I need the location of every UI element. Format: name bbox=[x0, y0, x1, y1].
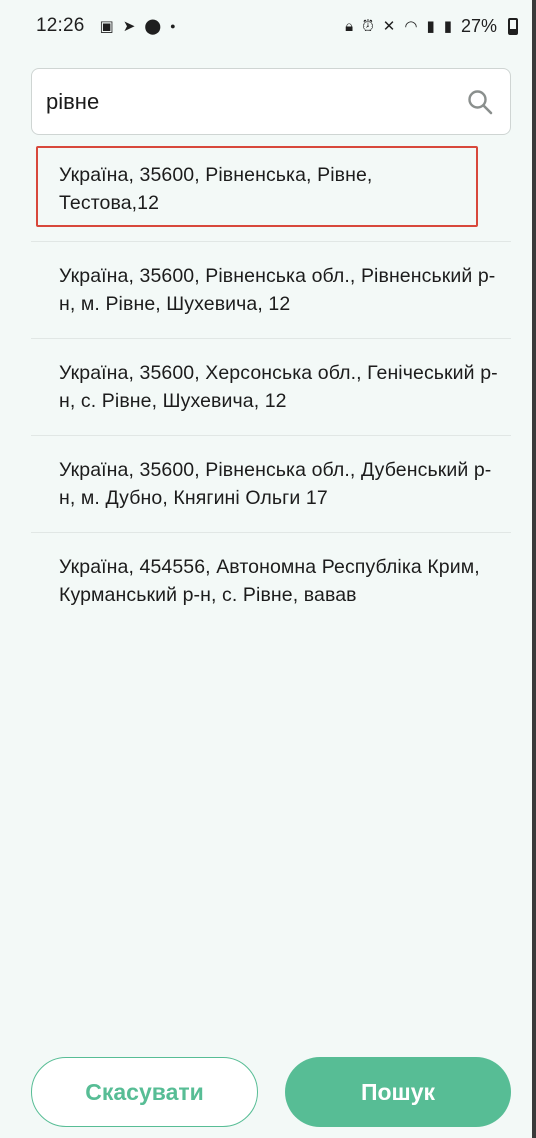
result-text: Україна, 35600, Рівненська обл., Дубенсь… bbox=[59, 459, 492, 509]
battery-level: 27% bbox=[460, 15, 497, 36]
status-bar: 12:26 ▣ ➤ ⬤ ● 🔒︎ ⏰︎ ✕ ◠ ▮ ▮ 27% bbox=[0, 0, 532, 52]
search-bar[interactable] bbox=[31, 68, 511, 135]
battery-icon bbox=[508, 17, 518, 35]
list-item[interactable]: Україна, 454556, Автономна Республіка Кр… bbox=[31, 533, 511, 629]
cancel-button[interactable]: Скасувати bbox=[31, 1057, 258, 1127]
signal-icon: ▮ bbox=[426, 17, 435, 35]
status-right: 🔒︎ ⏰︎ ✕ ◠ ▮ ▮ 27% bbox=[345, 16, 518, 37]
lock-icon: 🔒︎ bbox=[345, 17, 354, 35]
signal-icon: ▮ bbox=[443, 17, 452, 35]
search-button[interactable]: Пошук bbox=[285, 1057, 511, 1127]
alarm-icon: ⏰︎ bbox=[362, 17, 374, 35]
telegram-icon: ➤ bbox=[122, 17, 136, 35]
image-icon: ▣ bbox=[99, 17, 114, 35]
list-item[interactable]: Україна, 35600, Рівненська обл., Дубенсь… bbox=[31, 436, 511, 533]
result-text: Україна, 35600, Рівненська, Рівне, Тесто… bbox=[59, 164, 373, 214]
app-screen: 12:26 ▣ ➤ ⬤ ● 🔒︎ ⏰︎ ✕ ◠ ▮ ▮ 27% Україна,… bbox=[0, 0, 532, 1138]
result-text: Україна, 35600, Херсонська обл., Генічес… bbox=[59, 362, 498, 412]
results-list: Україна, 35600, Рівненська, Рівне, Тесто… bbox=[31, 140, 511, 629]
search-input[interactable] bbox=[46, 69, 466, 134]
mute-icon: ✕ bbox=[382, 17, 396, 35]
list-item[interactable]: Україна, 35600, Херсонська обл., Генічес… bbox=[31, 339, 511, 436]
wifi-icon: ◠ bbox=[404, 17, 418, 35]
result-text: Україна, 454556, Автономна Республіка Кр… bbox=[59, 556, 480, 606]
list-item[interactable]: Україна, 35600, Рівненська обл., Рівненс… bbox=[31, 242, 511, 339]
selected-result[interactable]: Україна, 35600, Рівненська, Рівне, Тесто… bbox=[36, 146, 478, 227]
dot-icon: ● bbox=[170, 20, 176, 31]
result-text: Україна, 35600, Рівненська обл., Рівненс… bbox=[59, 265, 496, 315]
location-icon: ⬤ bbox=[144, 17, 162, 35]
status-time: 12:26 bbox=[36, 15, 85, 36]
status-left: 12:26 ▣ ➤ ⬤ ● bbox=[36, 15, 176, 37]
list-item[interactable]: Україна, 35600, Рівненська, Рівне, Тесто… bbox=[31, 146, 511, 242]
search-icon[interactable] bbox=[466, 88, 494, 116]
